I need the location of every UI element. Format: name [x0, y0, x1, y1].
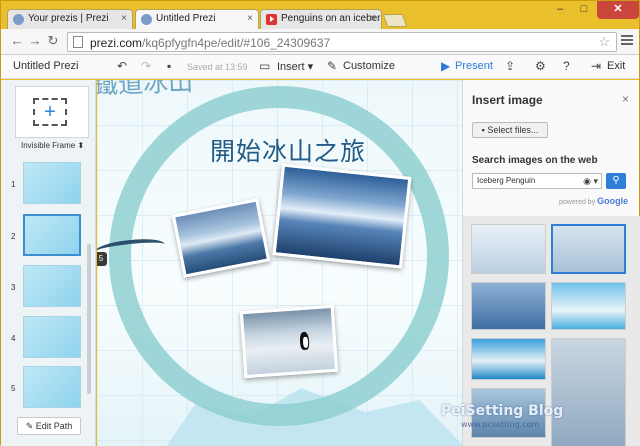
insert-icon[interactable]: ▭ — [259, 59, 270, 73]
panel-title: Insert image — [472, 93, 543, 107]
forward-arrow-icon[interactable]: → — [27, 33, 43, 48]
watermark: PeiSetting Blog www.pcsetting.com — [441, 403, 564, 429]
customize-button[interactable]: Customize — [343, 60, 395, 72]
iceberg-photo[interactable] — [272, 163, 412, 269]
search-button[interactable]: ⚲ — [606, 173, 626, 189]
prezi-toolbar: Untitled Prezi ↶ ↷ ▪ Saved at 13:59 ▭ In… — [1, 55, 639, 79]
powered-by-label: powered by — [559, 199, 596, 206]
close-window-button[interactable]: ✕ — [597, 1, 639, 19]
address-bar[interactable]: prezi.com/kq6pfygfn4pe/edit/#106_2430963… — [67, 32, 617, 52]
frame-number: 4 — [11, 334, 16, 343]
frame-preview — [23, 214, 81, 256]
share-icon[interactable]: ⇪ — [505, 59, 515, 73]
watermark-sub: www.pcsetting.com — [461, 420, 540, 429]
sidebar-scrollbar[interactable] — [87, 244, 91, 394]
present-button[interactable]: Present — [455, 60, 493, 72]
tab-your-prezis[interactable]: Your prezis | Prezi × — [7, 9, 133, 29]
search-heading: Search images on the web — [472, 155, 598, 166]
insert-menu[interactable]: Insert ▾ — [277, 60, 313, 73]
redo-icon[interactable]: ↷ — [141, 59, 151, 73]
tab-penguins-youtube[interactable]: Penguins on an iceberg × — [260, 9, 382, 29]
frame-type-label: Invisible Frame — [21, 141, 76, 150]
select-files-button[interactable]: ▪ Select files... — [472, 122, 548, 138]
browser-window: Your prezis | Prezi × Untitled Prezi × P… — [0, 0, 640, 446]
add-frame-button[interactable]: + — [15, 86, 89, 138]
result-thumb[interactable] — [471, 224, 546, 274]
path-marker[interactable]: 5 — [97, 252, 107, 266]
maximize-button[interactable]: □ — [572, 1, 596, 19]
new-tab-button[interactable] — [382, 14, 408, 27]
watermark-main: PeiSetting Blog — [441, 403, 564, 419]
frame-preview — [23, 366, 81, 408]
prezi-canvas[interactable]: 鐵道冰山 開始冰山之旅 5 — [97, 80, 462, 446]
result-thumb[interactable] — [471, 282, 546, 330]
prezi-tab-icon — [141, 14, 152, 25]
tab-strip: Your prezis | Prezi × Untitled Prezi × P… — [1, 1, 640, 30]
frame-number: 2 — [11, 232, 16, 241]
result-thumb-selected[interactable] — [551, 224, 626, 274]
search-icon: ⚲ — [612, 175, 620, 186]
penguin-photo[interactable] — [239, 304, 339, 379]
prezi-tab-icon — [13, 14, 24, 25]
page-icon — [73, 36, 83, 48]
frame-preview — [23, 265, 81, 307]
insert-label: Insert — [277, 61, 305, 73]
globe-icon[interactable]: ◉ ▾ — [583, 174, 598, 188]
top-text[interactable]: 鐵道冰山 — [97, 80, 194, 102]
result-thumb[interactable] — [551, 338, 626, 446]
prezi-title[interactable]: Untitled Prezi — [13, 60, 78, 72]
frame-number: 1 — [11, 180, 16, 189]
youtube-icon — [266, 14, 277, 25]
saved-status: Saved at 13:59 — [187, 62, 248, 72]
close-icon[interactable]: × — [247, 13, 253, 24]
frame-type-select[interactable]: Invisible Frame ⬍ — [21, 141, 84, 150]
close-icon[interactable]: × — [622, 92, 629, 106]
search-value: Iceberg Penguin — [477, 176, 536, 185]
tab-label: Your prezis | Prezi — [28, 13, 109, 24]
star-icon[interactable]: ☆ — [598, 34, 610, 50]
minimize-button[interactable]: – — [548, 1, 572, 19]
url-path: /kq6pfygfn4pe/edit/#106_24309637 — [142, 36, 331, 50]
exit-icon[interactable]: ⇥ — [591, 59, 601, 73]
close-icon[interactable]: × — [121, 13, 127, 24]
url-text: prezi.com/kq6pfygfn4pe/edit/#106_2430963… — [90, 36, 330, 50]
browser-toolbar: ← → ↻ prezi.com/kq6pfygfn4pe/edit/#106_2… — [1, 29, 639, 55]
frame-number: 3 — [11, 283, 16, 292]
edit-path-button[interactable]: ✎ Edit Path — [17, 417, 81, 435]
penguin-figure — [299, 331, 310, 351]
reload-icon[interactable]: ↻ — [45, 33, 61, 49]
frame-preview — [23, 316, 81, 358]
frame-sidebar: + Invisible Frame ⬍ 1 2 3 4 5 ✎ Edit Pat… — [1, 80, 96, 446]
close-icon[interactable]: × — [370, 13, 376, 24]
back-arrow-icon[interactable]: ← — [9, 33, 25, 48]
tab-label: Penguins on an iceberg — [281, 13, 382, 24]
frame-number: 5 — [11, 384, 16, 393]
save-icon[interactable]: ▪ — [167, 59, 171, 73]
image-search-input[interactable]: Iceberg Penguin ◉ ▾ — [472, 173, 602, 189]
result-thumb[interactable] — [551, 282, 626, 330]
powered-by-google: powered by Google — [559, 196, 628, 206]
url-domain: prezi.com — [90, 36, 143, 50]
help-icon[interactable]: ? — [563, 59, 570, 73]
frame-heading[interactable]: 開始冰山之旅 — [210, 132, 366, 168]
plus-icon: + — [44, 101, 56, 123]
undo-icon[interactable]: ↶ — [117, 59, 127, 73]
select-files-label: Select files... — [487, 125, 539, 135]
tab-untitled-prezi[interactable]: Untitled Prezi × — [135, 9, 259, 30]
google-logo: Google — [597, 196, 629, 206]
edit-path-label: Edit Path — [35, 421, 73, 431]
result-thumb[interactable] — [471, 338, 546, 380]
gear-icon[interactable]: ⚙ — [535, 59, 546, 73]
exit-button[interactable]: Exit — [607, 60, 625, 72]
insert-image-panel: Insert image × ▪ Select files... Search … — [462, 80, 640, 446]
chrome-menu-icon[interactable] — [621, 35, 633, 47]
brush-icon[interactable]: ✎ — [327, 59, 337, 73]
play-icon[interactable]: ▶ — [441, 59, 450, 73]
frame-preview — [23, 162, 81, 204]
tab-label: Untitled Prezi — [156, 13, 216, 24]
